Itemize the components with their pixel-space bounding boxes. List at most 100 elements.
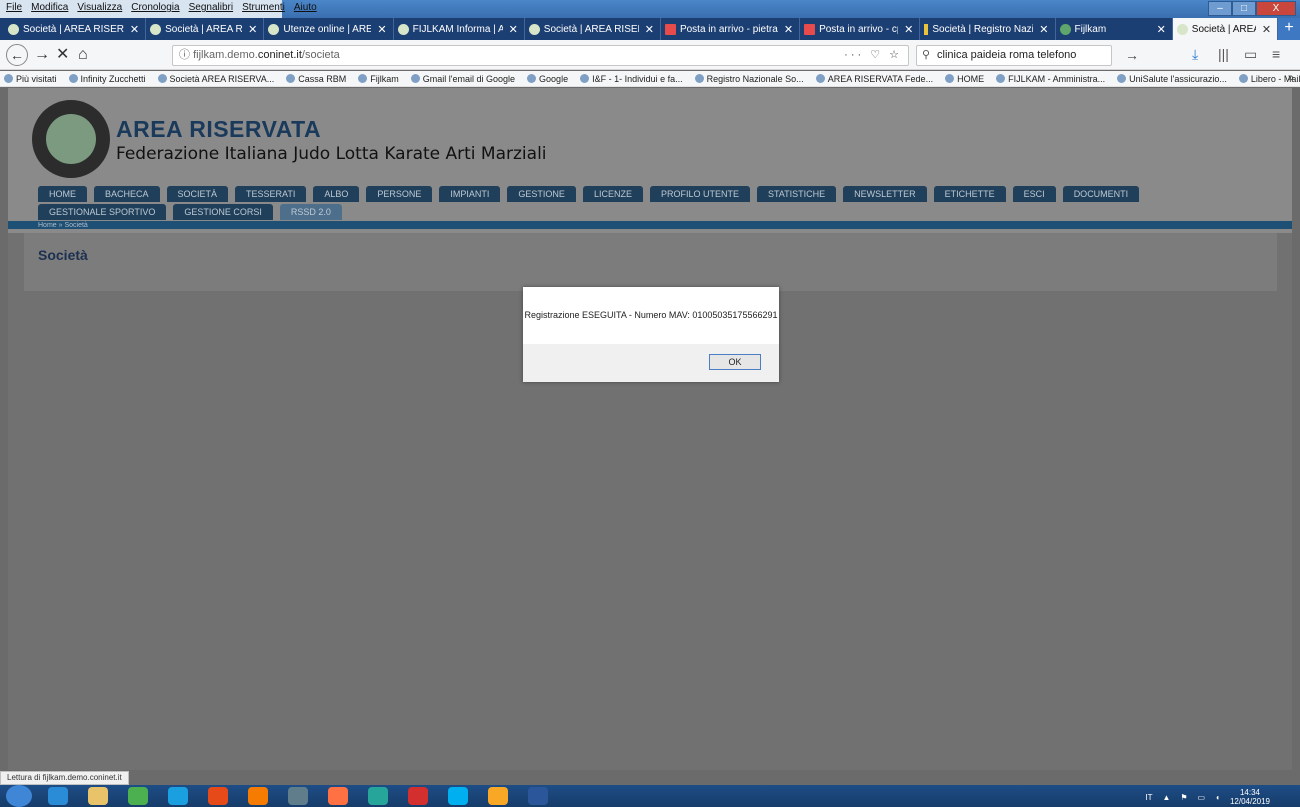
bookmark-item[interactable]: Fijlkam xyxy=(358,74,399,84)
site-menu-item[interactable]: IMPIANTI xyxy=(439,186,501,202)
home-icon[interactable]: ⌂ xyxy=(78,46,88,64)
browser-tab[interactable]: Società | AREA RISERVA ✕ xyxy=(4,18,147,40)
bookmark-item[interactable]: Società AREA RISERVA... xyxy=(158,74,275,84)
new-tab-button[interactable]: + xyxy=(1278,18,1300,40)
close-tab-icon[interactable]: ✕ xyxy=(377,23,386,36)
browser-tab[interactable]: Posta in arrivo - pietran ✕ xyxy=(661,18,801,40)
app-icon[interactable] xyxy=(288,787,308,805)
site-menu-item[interactable]: PROFILO UTENTE xyxy=(649,186,750,202)
page-actions-icon[interactable]: ··· ♡ ☆ xyxy=(844,46,902,65)
menu-item[interactable]: Visualizza xyxy=(77,2,122,16)
ok-button[interactable]: OK xyxy=(709,354,761,370)
library-icon[interactable]: ||| xyxy=(1218,46,1229,62)
site-menu-item[interactable]: HOME xyxy=(38,186,87,202)
site-menu-item[interactable]: PERSONE xyxy=(366,186,433,202)
browser-tab[interactable]: Società | AREA RISERVA ✕ xyxy=(1172,18,1279,40)
tray-arrow-icon[interactable]: ▲ xyxy=(1162,793,1170,802)
explorer-icon[interactable] xyxy=(88,787,108,805)
site-menu-item[interactable]: GESTIONALE SPORTIVO xyxy=(38,204,167,220)
bookmark-item[interactable]: UniSalute l'assicurazio... xyxy=(1117,74,1227,84)
site-menu-item[interactable]: SOCIETÀ xyxy=(166,186,229,202)
site-menu-item[interactable]: LICENZE xyxy=(582,186,643,202)
browser-tab[interactable]: Società | AREA RISERVA ✕ xyxy=(146,18,265,40)
search-go-icon[interactable]: → xyxy=(1125,46,1139,65)
flag-icon[interactable]: ⚑ xyxy=(1180,793,1187,802)
language-indicator[interactable]: IT xyxy=(1145,793,1152,802)
menu-item[interactable]: File xyxy=(6,2,22,16)
maximize-button[interactable]: □ xyxy=(1232,1,1256,16)
bookmark-item[interactable]: Infinity Zucchetti xyxy=(69,74,146,84)
search-input[interactable]: ⚲ clinica paideia roma telefono → xyxy=(916,45,1139,66)
bookmark-item[interactable]: Google xyxy=(527,74,568,84)
menu-item[interactable]: Segnalibri xyxy=(189,2,233,16)
outlook-icon[interactable] xyxy=(488,787,508,805)
app-icon[interactable] xyxy=(368,787,388,805)
breadcrumb[interactable]: Home » Società xyxy=(38,222,88,229)
close-tab-icon[interactable]: ✕ xyxy=(509,23,518,36)
close-tab-icon[interactable]: ✕ xyxy=(1262,23,1271,36)
app-icon[interactable] xyxy=(248,787,268,805)
clock[interactable]: 14:34 12/04/2019 xyxy=(1230,788,1270,806)
app-icon[interactable] xyxy=(208,787,228,805)
url-host: fijlkam.demo. xyxy=(193,49,258,61)
word-icon[interactable] xyxy=(528,787,548,805)
bookmark-item[interactable]: FIJLKAM - Amministra... xyxy=(996,74,1105,84)
site-menu-item[interactable]: STATISTICHE xyxy=(756,186,837,202)
site-menu-item[interactable]: RSSD 2.0 xyxy=(279,204,342,220)
menu-item[interactable]: Modifica xyxy=(31,2,68,16)
sidebar-icon[interactable]: ▭ xyxy=(1244,46,1257,63)
teamviewer-icon[interactable] xyxy=(168,787,188,805)
site-menu-item[interactable]: ALBO xyxy=(313,186,360,202)
site-menu-item[interactable]: TESSERATI xyxy=(235,186,307,202)
site-menu-item[interactable]: BACHECA xyxy=(94,186,160,202)
chrome-icon[interactable] xyxy=(128,787,148,805)
browser-tab[interactable]: Fijlkam ✕ xyxy=(1056,18,1173,40)
skype-icon[interactable] xyxy=(448,787,468,805)
site-menu-item[interactable]: DOCUMENTI xyxy=(1062,186,1140,202)
close-tab-icon[interactable]: ✕ xyxy=(248,23,257,36)
stop-button[interactable]: ✕ xyxy=(56,46,69,64)
volume-icon[interactable]: ◖ xyxy=(1215,793,1220,802)
close-tab-icon[interactable]: ✕ xyxy=(645,23,654,36)
close-tab-icon[interactable]: ✕ xyxy=(1039,23,1048,36)
browser-tab[interactable]: Società | Registro Nazio ✕ xyxy=(920,18,1056,40)
bookmark-item[interactable]: Più visitati xyxy=(4,74,57,84)
site-menu-item[interactable]: NEWSLETTER xyxy=(843,186,927,202)
bookmark-item[interactable]: Gmail l'email di Google xyxy=(411,74,515,84)
site-menu-item[interactable]: GESTIONE xyxy=(507,186,576,202)
site-menu-item[interactable]: ETICHETTE xyxy=(933,186,1006,202)
minimize-button[interactable]: – xyxy=(1208,1,1232,16)
forward-button[interactable]: → xyxy=(34,46,50,64)
bookmark-item[interactable]: Registro Nazionale So... xyxy=(695,74,804,84)
menu-item[interactable]: Cronologia xyxy=(131,2,179,16)
menu-item[interactable]: Strumenti xyxy=(242,2,285,16)
url-bar[interactable]: ⓘ fijlkam.demo.coninet.it/societa ··· ♡ … xyxy=(172,45,909,66)
bookmark-item[interactable]: Cassa RBM xyxy=(286,74,346,84)
site-menu-item[interactable]: ESCI xyxy=(1012,186,1056,202)
close-tab-icon[interactable]: ✕ xyxy=(904,23,913,36)
back-button[interactable]: ← xyxy=(6,44,28,66)
ie-icon[interactable] xyxy=(48,787,68,805)
site-menu-item[interactable]: GESTIONE CORSI xyxy=(173,204,273,220)
browser-tab[interactable]: Società | AREA RISERVA ✕ xyxy=(525,18,661,40)
bookmark-item[interactable]: HOME xyxy=(945,74,984,84)
tab-title: Utenze online | AREA RI xyxy=(283,23,371,35)
menu-item[interactable]: Aiuto xyxy=(294,2,317,16)
download-icon[interactable]: ⤓ xyxy=(1192,46,1198,63)
browser-tab[interactable]: Utenze online | AREA RI ✕ xyxy=(264,18,394,40)
start-button[interactable] xyxy=(6,785,32,807)
close-tab-icon[interactable]: ✕ xyxy=(784,23,793,36)
firefox-icon[interactable] xyxy=(328,787,348,805)
close-tab-icon[interactable]: ✕ xyxy=(130,23,139,36)
network-icon[interactable]: ▭ xyxy=(1198,793,1206,802)
close-window-button[interactable]: X xyxy=(1256,1,1296,16)
close-tab-icon[interactable]: ✕ xyxy=(1157,23,1166,36)
browser-tab[interactable]: FIJLKAM Informa | AREA ✕ xyxy=(394,18,525,40)
bookmarks-overflow-icon[interactable]: » xyxy=(1288,72,1294,84)
browser-tab[interactable]: Posta in arrivo - cpietra ✕ xyxy=(800,18,921,40)
acrobat-icon[interactable] xyxy=(408,787,428,805)
menu-icon[interactable]: ≡ xyxy=(1272,46,1280,62)
bookmark-item[interactable]: AREA RISERVATA Fede... xyxy=(816,74,933,84)
bookmark-item[interactable]: I&F - 1- Individui e fa... xyxy=(580,74,683,84)
info-icon[interactable]: ⓘ xyxy=(179,49,193,61)
